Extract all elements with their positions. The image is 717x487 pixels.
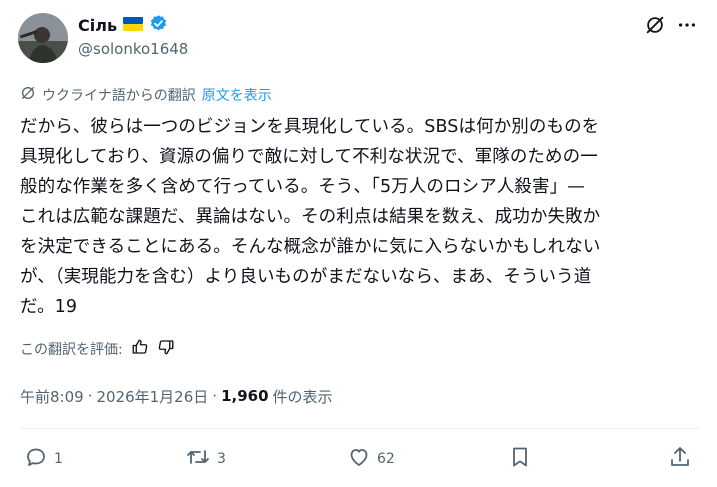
like-count: 62: [377, 451, 395, 467]
author-name[interactable]: Сіль: [78, 16, 117, 35]
translation-row: ウクライナ語からの翻訳 原文を表示: [20, 85, 272, 105]
post-body-line: 具現化しており、資源の偏りで敵に対して不利な状況で、軍隊のための一: [20, 147, 598, 167]
divider: [20, 428, 700, 429]
post-body: だから、彼らは一つのビジョンを具現化している。SBSは何か別のものを 具現化して…: [20, 112, 700, 322]
views-label: 件の表示: [272, 387, 333, 406]
bookmark-button[interactable]: [508, 444, 532, 474]
heart-icon: [347, 445, 371, 473]
thumbs-down-icon[interactable]: [157, 338, 175, 360]
post-body-line: を決定できることにある。そんな概念が誰かに気に入らないかもしれない: [20, 237, 601, 257]
rate-translation-label: この翻訳を評価:: [20, 342, 123, 358]
bookmark-icon: [508, 445, 532, 473]
post-meta: 午前8:09 · 2026年1月26日 · 1,960 件の表示: [20, 385, 333, 407]
verified-badge-icon[interactable]: [149, 14, 168, 37]
reply-button[interactable]: 1: [24, 444, 63, 474]
post-body-line: だから、彼らは一つのビジョンを具現化している。SBSは何か別のものを: [20, 117, 600, 137]
meta-separator: ·: [212, 387, 218, 405]
author-name-row[interactable]: Сіль: [78, 14, 168, 36]
translation-label: ウクライナ語からの翻訳: [42, 88, 196, 104]
post-date[interactable]: 2026年1月26日: [96, 386, 208, 407]
repost-icon: [185, 445, 211, 473]
ukraine-flag-icon: [123, 16, 144, 35]
author-handle[interactable]: @solonko1648: [78, 40, 188, 58]
avatar[interactable]: [18, 13, 68, 63]
post-header: Сіль @solonko1648: [0, 0, 717, 80]
meta-separator: ·: [87, 387, 93, 405]
post-time[interactable]: 午前8:09: [20, 386, 84, 407]
reply-icon: [24, 445, 48, 473]
thumbs-up-icon[interactable]: [131, 338, 149, 360]
share-icon: [668, 445, 692, 473]
views-count: 1,960: [221, 387, 269, 405]
action-bar: 1 3 62: [20, 444, 700, 474]
repost-count: 3: [217, 451, 226, 467]
show-original-link[interactable]: 原文を表示: [202, 85, 272, 105]
post-body-line: が、（実現能力を含む）より良いものがまだないなら、まあ、そういう道: [20, 267, 592, 287]
like-button[interactable]: 62: [347, 444, 395, 474]
share-button[interactable]: [668, 444, 692, 474]
repost-button[interactable]: 3: [185, 444, 226, 474]
grok-icon[interactable]: [644, 14, 666, 36]
post-body-line: これは広範な課題だ、異論はない。その利点は結果を数え、成功か失敗か: [20, 207, 601, 227]
translate-icon: [20, 85, 36, 105]
reply-count: 1: [54, 451, 63, 467]
more-icon[interactable]: [676, 14, 698, 36]
post-body-line: だ。19: [20, 297, 78, 317]
post-body-line: 般的な作業を多く含めて行っている。そう、「5万人のロシア人殺害」—: [20, 177, 585, 197]
rate-translation-row: この翻訳を評価:: [20, 338, 175, 360]
